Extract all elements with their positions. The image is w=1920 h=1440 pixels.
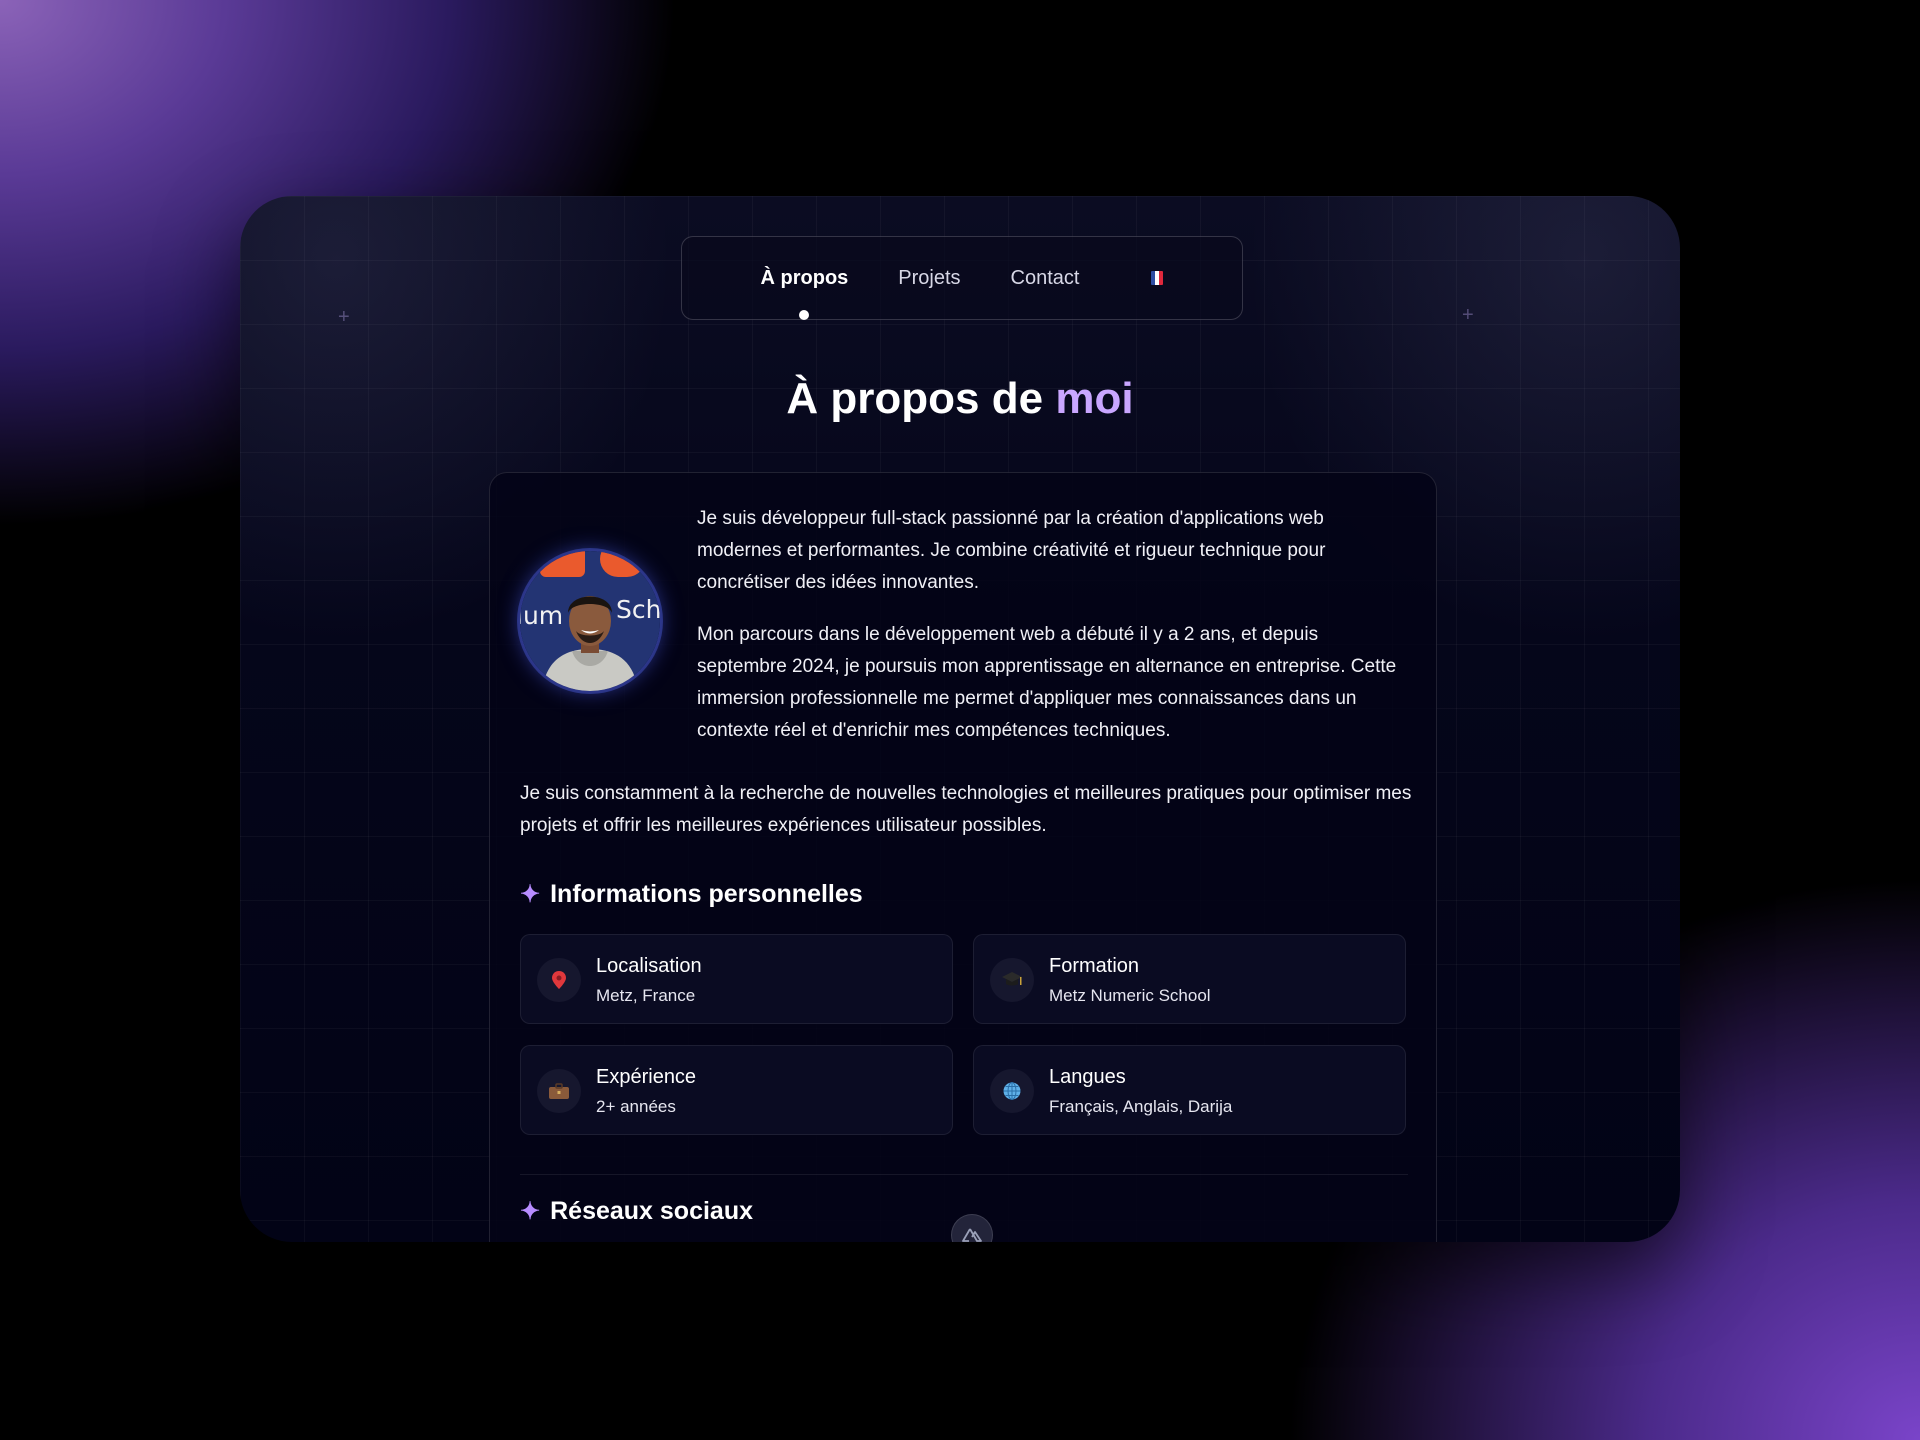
info-label: Langues [1049,1066,1126,1088]
nav-item-about[interactable]: À propos [761,267,848,320]
section-title-label: Réseaux sociaux [550,1197,754,1225]
nuxt-icon [962,1228,982,1242]
location-pin-icon [537,958,581,1002]
info-label: Formation [1049,955,1140,977]
globe-icon [990,1069,1034,1113]
nav-item-contact[interactable]: Contact [1011,267,1080,290]
sparkle-icon: + [1462,304,1474,326]
sparkle-icon: + [338,306,350,328]
briefcase-icon [537,1069,581,1113]
about-card: lum Sch Je suis développeur full-stack p… [489,472,1437,1242]
info-card-experience: Expérience 2+ années [520,1045,953,1135]
info-value: Français, Anglais, Darija [1049,1097,1233,1116]
sparkle-icon: ✦ [520,1198,541,1225]
sparkle-icon: ✦ [520,881,541,908]
profile-photo: lum Sch [520,551,660,691]
page-title: À propos de moi [240,374,1680,424]
title-accent: moi [1055,374,1134,423]
info-label: Localisation [596,955,702,977]
nav-item-projects[interactable]: Projets [898,267,960,290]
info-value: 2+ années [596,1097,676,1116]
title-main: À propos de [786,374,1044,423]
top-navigation: À propos Projets Contact [681,236,1243,320]
about-paragraph-2: Mon parcours dans le développement web a… [697,624,1397,741]
graduation-cap-icon [990,958,1034,1002]
svg-text:Sch: Sch [616,595,660,624]
section-divider [520,1174,1408,1175]
browser-window: + + À propos Projets Contact À propos de… [240,196,1680,1242]
section-title-personal-info: ✦ Informations personnelles [520,880,863,909]
about-paragraph-3: Je suis constamment à la recherche de no… [520,783,1412,836]
about-paragraph-1: Je suis développeur full-stack passionné… [697,508,1326,593]
avatar: lum Sch [520,551,660,691]
french-flag-icon[interactable] [1151,271,1164,285]
info-value: Metz Numeric School [1049,986,1211,1005]
info-card-education: Formation Metz Numeric School [973,934,1406,1024]
section-title-social: ✦ Réseaux sociaux [520,1197,753,1226]
info-label: Expérience [596,1066,697,1088]
section-title-label: Informations personnelles [550,880,863,908]
info-value: Metz, France [596,986,696,1005]
info-card-location: Localisation Metz, France [520,934,953,1024]
svg-text:lum: lum [520,601,563,630]
info-card-languages: Langues Français, Anglais, Darija [973,1045,1406,1135]
